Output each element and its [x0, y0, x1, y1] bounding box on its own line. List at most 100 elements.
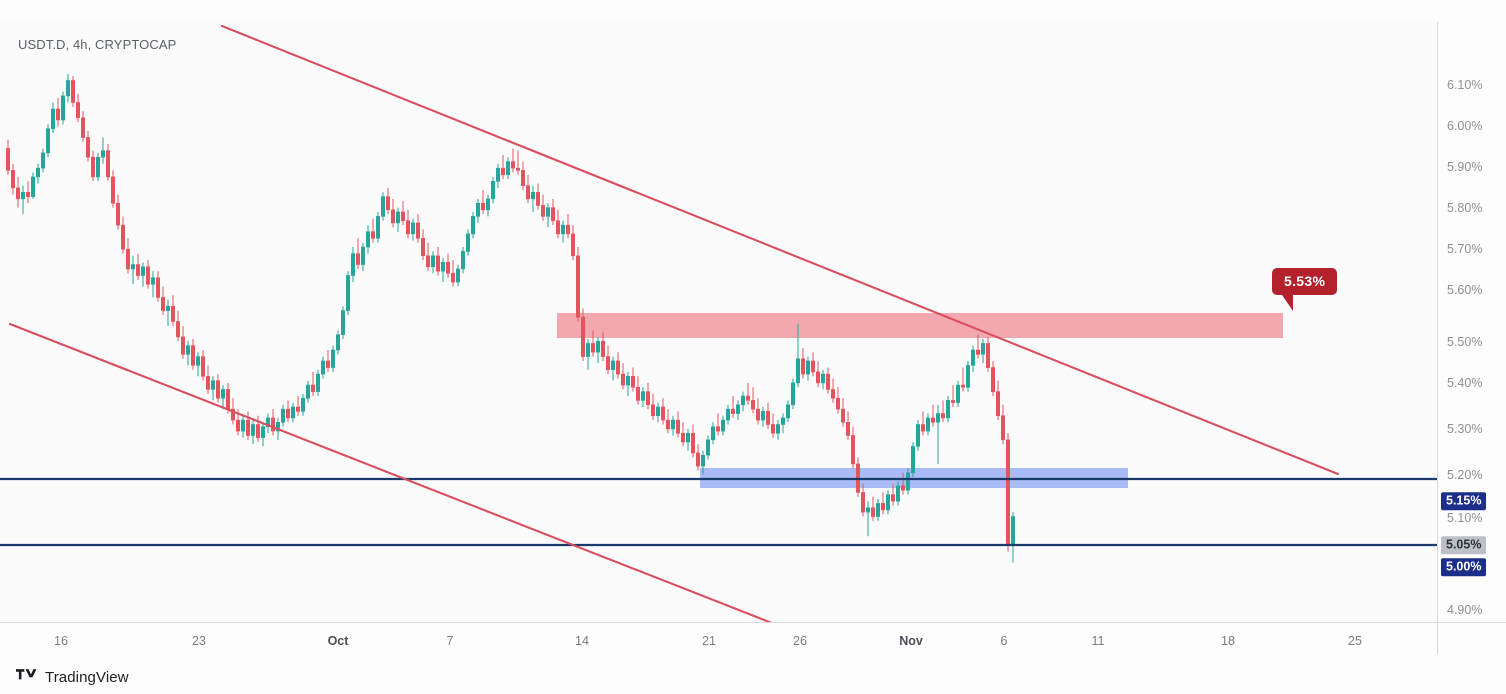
- candle-body: [435, 255, 440, 272]
- candle-body: [600, 340, 605, 357]
- candle-body: [35, 167, 40, 178]
- candle-body: [15, 187, 20, 200]
- candle-body: [370, 231, 375, 239]
- candle-body: [191, 345, 196, 366]
- candle-body: [385, 196, 390, 211]
- candle-body: [500, 167, 505, 176]
- candle-body: [540, 205, 545, 217]
- candle-body: [206, 375, 211, 390]
- candle-body: [740, 395, 745, 406]
- candle-body: [555, 220, 560, 235]
- candle-body: [260, 426, 265, 438]
- candle-body: [45, 128, 50, 154]
- candle-body: [800, 358, 805, 375]
- candle-body: [96, 156, 101, 178]
- candle-body: [915, 424, 920, 447]
- candle-body: [91, 156, 96, 178]
- candle-body: [675, 419, 680, 434]
- price-tick-label: 5.40%: [1447, 376, 1483, 390]
- candle-body: [725, 408, 730, 421]
- candle-body: [870, 507, 875, 517]
- candle-body: [71, 80, 76, 103]
- time-tick-label: 7: [446, 634, 454, 648]
- candle-body: [955, 384, 960, 403]
- price-badge-5-05[interactable]: 5.05%: [1441, 536, 1487, 554]
- candle-body: [865, 507, 870, 513]
- candle-body: [795, 358, 800, 384]
- candle-body: [765, 411, 770, 425]
- candle-body: [840, 408, 845, 423]
- candle-body: [136, 264, 141, 276]
- tradingview-logo[interactable]: TradingView: [16, 667, 129, 687]
- symbol-legend[interactable]: USDT.D, 4h, CRYPTOCAP: [18, 37, 176, 52]
- candle-body: [40, 152, 45, 169]
- candle-body: [635, 386, 640, 401]
- candle-body: [410, 222, 415, 235]
- candle-body: [770, 424, 775, 434]
- candle-body: [151, 277, 156, 285]
- candle-body: [885, 494, 890, 511]
- candle-body: [945, 400, 950, 419]
- candle-body: [420, 237, 425, 257]
- candle-body: [535, 191, 540, 206]
- candle-body: [705, 439, 710, 456]
- candle-body: [950, 400, 955, 403]
- candle-body: [445, 262, 450, 274]
- candle-body: [920, 424, 925, 432]
- candle-body: [805, 360, 810, 375]
- candle-body: [455, 268, 460, 283]
- candle-body: [470, 216, 475, 235]
- candle-body: [365, 231, 370, 248]
- candle-body: [11, 170, 16, 189]
- candle-body: [610, 360, 615, 371]
- price-badge-5-00[interactable]: 5.00%: [1441, 558, 1487, 576]
- price-tick-label: 5.30%: [1447, 422, 1483, 436]
- candle-body: [525, 185, 530, 200]
- candle-body: [680, 432, 685, 443]
- candle-body: [720, 419, 725, 432]
- candle-body: [121, 224, 126, 250]
- candle-body: [221, 389, 226, 399]
- candle-body: [480, 202, 485, 211]
- candle-body: [255, 424, 260, 438]
- candle-body: [515, 167, 520, 171]
- candle-body: [161, 297, 166, 311]
- candle-body: [111, 176, 116, 204]
- time-tick-label: 18: [1221, 634, 1235, 648]
- resistance-zone-band[interactable]: [557, 313, 1283, 338]
- candle-body: [106, 150, 111, 178]
- candle-body: [925, 417, 930, 432]
- candle-body: [375, 216, 380, 239]
- resistance-callout-553[interactable]: 5.53%: [1272, 268, 1338, 311]
- candle-body: [645, 391, 650, 406]
- candle-body: [380, 196, 385, 217]
- candle-body: [965, 365, 970, 388]
- time-scale-axis[interactable]: 16 23 Oct 7 14 21 26 Nov 6 11 18 25: [0, 622, 1437, 655]
- candle-body: [20, 191, 25, 200]
- candle-body: [580, 316, 585, 357]
- candle-body: [66, 80, 71, 97]
- candle-body: [320, 360, 325, 375]
- candle-body: [980, 343, 985, 355]
- candle-body: [590, 343, 595, 353]
- upper-descending-trendline[interactable]: [220, 24, 1340, 476]
- candle-body: [575, 255, 580, 318]
- candle-body: [630, 375, 635, 388]
- candle-body: [875, 503, 880, 517]
- candle-body: [201, 356, 206, 377]
- price-badge-5-15[interactable]: 5.15%: [1441, 492, 1487, 510]
- lower-descending-trendline[interactable]: [8, 322, 782, 622]
- candle-body: [760, 411, 765, 421]
- candle-body: [890, 494, 895, 502]
- time-tick-label: 23: [192, 634, 206, 648]
- candle-body: [181, 336, 186, 355]
- chart-plot-area[interactable]: [0, 22, 1437, 622]
- time-tick-label: 21: [702, 634, 716, 648]
- price-scale-axis[interactable]: 6.10% 6.00% 5.90% 5.80% 5.70% 5.60% 5.50% 5.40%…: [1437, 22, 1506, 622]
- candle-body: [850, 435, 855, 465]
- candle-body: [625, 375, 630, 386]
- candle-body: [101, 150, 106, 158]
- candle-body: [211, 380, 216, 390]
- candle-body: [825, 373, 830, 390]
- candle-body: [940, 413, 945, 419]
